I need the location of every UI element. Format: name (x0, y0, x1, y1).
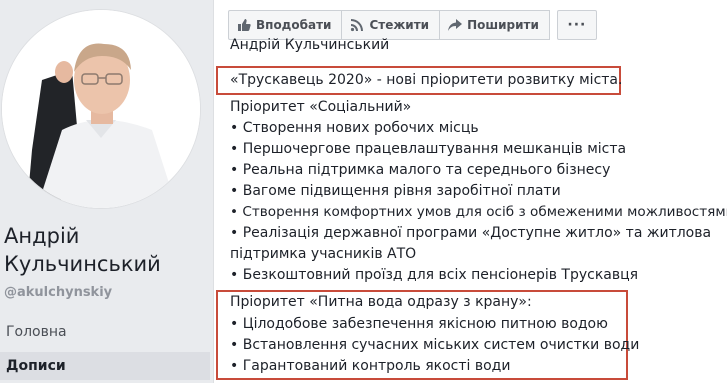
list-item: • Цілодобове забезпечення якісною питною… (230, 316, 608, 332)
profile-name[interactable]: Андрій Кульчинський (4, 222, 204, 278)
facebook-page: Андрій Кульчинський @akulchynskiy Головн… (0, 0, 727, 383)
profile-sidebar: Андрій Кульчинський @akulchynskiy Головн… (0, 0, 210, 383)
profile-photo (2, 10, 200, 208)
list-item: • Реалізація державної програми «Доступн… (230, 225, 712, 241)
priority-heading: Пріоритет «Питна вода одразу з крану»: (230, 294, 532, 310)
post-card: Вподобати Стежити Поширити ··· Андрій Ку… (213, 0, 727, 383)
share-arrow-icon (448, 19, 463, 31)
follow-label: Стежити (369, 18, 430, 32)
list-item: • Створення комфортних умов для осіб з о… (230, 204, 727, 220)
list-item: • Безкоштовний проїзд для всіх пенсіонер… (230, 267, 639, 283)
list-item-continuation: підтримка учасників АТО (230, 246, 417, 262)
profile-handle[interactable]: @akulchynskiy (4, 285, 112, 300)
share-label: Поширити (467, 18, 539, 32)
thumbs-up-icon (238, 19, 251, 31)
list-item: • Створення нових робочих місць (230, 120, 479, 136)
post-title-line: «Трускавець 2020» - нові пріоритети розв… (230, 72, 623, 88)
nav-item-home[interactable]: Головна (0, 318, 210, 346)
list-item: • Вагоме підвищення рівня заробітної пла… (230, 183, 561, 199)
list-item: • Реальна підтримка малого та середнього… (230, 162, 611, 178)
clipped-text-line: Андрій Кульчинський (230, 37, 390, 52)
like-label: Вподобати (256, 18, 332, 32)
list-item: • Встановлення сучасних міських систем о… (230, 337, 640, 353)
share-button[interactable]: Поширити (439, 10, 550, 40)
nav-item-posts[interactable]: Дописи (0, 352, 210, 380)
list-item: • Першочергове працевлаштування мешканці… (230, 141, 627, 157)
list-item: • Гарантований контроль якості води (230, 358, 511, 374)
more-options-button[interactable]: ··· (556, 10, 597, 40)
priority-heading: Пріоритет «Соціальний» (230, 99, 412, 115)
rss-icon (351, 19, 364, 32)
profile-nav: Головна Дописи (0, 318, 210, 380)
avatar[interactable] (2, 10, 200, 208)
